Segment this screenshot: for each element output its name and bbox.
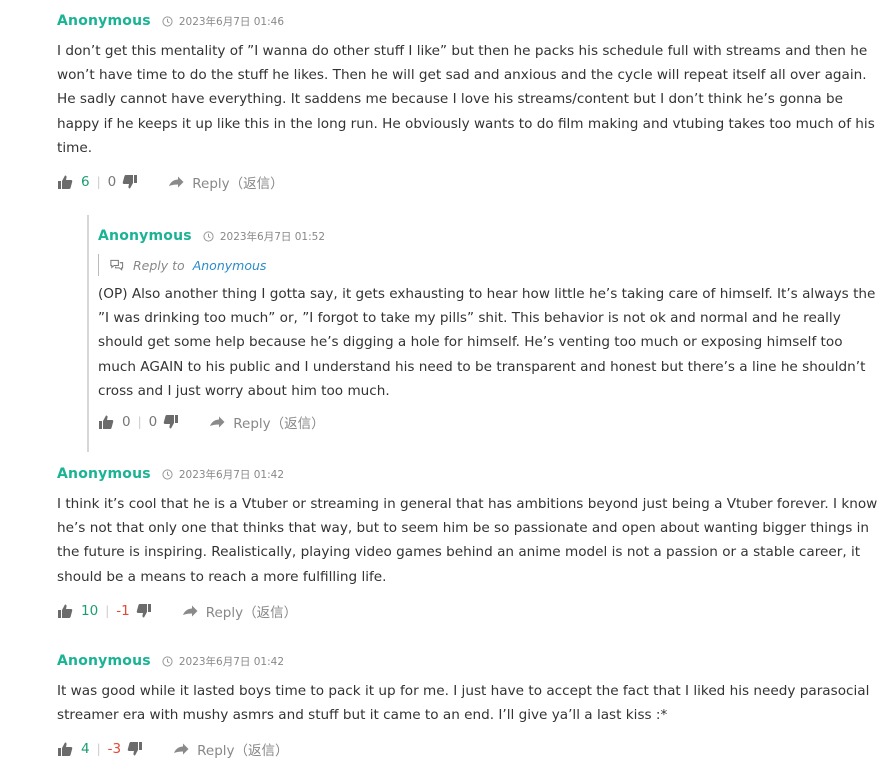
like-count: 4 bbox=[81, 741, 90, 758]
thumbs-up-icon[interactable] bbox=[57, 174, 73, 190]
comment-actions: 10 | -1 Reply（返信） bbox=[57, 600, 879, 622]
reply-to-link[interactable]: Anonymous bbox=[193, 258, 267, 273]
comment-header: Anonymous 2023年6月7日 01:42 bbox=[57, 464, 879, 484]
comment-timestamp: 2023年6月7日 01:42 bbox=[178, 655, 285, 668]
clock-icon bbox=[162, 468, 173, 480]
comment-body: It was good while it lasted boys time to… bbox=[57, 683, 870, 724]
reply-arrow-icon[interactable] bbox=[182, 603, 198, 619]
comment-actions: 6 | 0 Reply（返信） bbox=[57, 171, 879, 193]
chat-bubbles-icon bbox=[110, 259, 124, 271]
comment: Anonymous 2023年6月7日 01:46 I don’t get th… bbox=[57, 11, 879, 193]
reply-arrow-icon[interactable] bbox=[168, 174, 184, 190]
thumbs-down-icon[interactable] bbox=[163, 414, 179, 430]
reply-arrow-icon[interactable] bbox=[173, 741, 189, 757]
comment: Anonymous 2023年6月7日 01:52 Reply to Anony… bbox=[98, 226, 884, 433]
dislike-count: -3 bbox=[107, 741, 122, 758]
thumbs-down-icon[interactable] bbox=[122, 174, 138, 190]
reply-button[interactable]: Reply（返信） bbox=[233, 412, 324, 432]
divider: | bbox=[105, 603, 110, 618]
divider: | bbox=[96, 175, 101, 190]
like-count: 0 bbox=[122, 414, 131, 431]
comment-body: I think it’s cool that he is a Vtuber or… bbox=[57, 496, 878, 585]
like-count: 10 bbox=[81, 602, 99, 619]
clock-icon bbox=[162, 655, 173, 667]
divider: | bbox=[96, 742, 101, 757]
comment: Anonymous 2023年6月7日 01:42 It was good wh… bbox=[57, 651, 879, 760]
comment-header: Anonymous 2023年6月7日 01:42 bbox=[57, 651, 879, 671]
thumbs-up-icon[interactable] bbox=[57, 741, 73, 757]
comment-timestamp: 2023年6月7日 01:52 bbox=[219, 230, 326, 243]
thumbs-up-icon[interactable] bbox=[98, 414, 114, 430]
comment-author: Anonymous bbox=[98, 228, 192, 244]
comment: Anonymous 2023年6月7日 01:42 I think it’s c… bbox=[57, 464, 879, 622]
comment-timestamp: 2023年6月7日 01:42 bbox=[178, 468, 285, 481]
dislike-count: 0 bbox=[148, 414, 158, 431]
nested-reply-thread: Anonymous 2023年6月7日 01:52 Reply to Anony… bbox=[87, 215, 884, 452]
reply-arrow-icon[interactable] bbox=[209, 414, 225, 430]
comment-actions: 0 | 0 Reply（返信） bbox=[98, 411, 884, 433]
clock-icon bbox=[162, 15, 173, 27]
comment-author: Anonymous bbox=[57, 466, 151, 482]
thumbs-down-icon[interactable] bbox=[127, 741, 143, 757]
comment-author: Anonymous bbox=[57, 653, 151, 669]
comment-header: Anonymous 2023年6月7日 01:46 bbox=[57, 11, 879, 31]
reply-button[interactable]: Reply（返信） bbox=[192, 172, 283, 192]
comment-timestamp: 2023年6月7日 01:46 bbox=[178, 15, 285, 28]
like-count: 6 bbox=[81, 174, 90, 191]
comment-body: I don’t get this mentality of ”I wanna d… bbox=[57, 43, 875, 156]
reply-to-label: Reply to bbox=[133, 257, 185, 273]
divider: | bbox=[137, 415, 142, 430]
dislike-count: -1 bbox=[116, 602, 130, 619]
dislike-count: 0 bbox=[107, 174, 117, 191]
thumbs-down-icon[interactable] bbox=[136, 603, 152, 619]
reply-button[interactable]: Reply（返信） bbox=[206, 601, 297, 621]
thumbs-up-icon[interactable] bbox=[57, 603, 73, 619]
comment-header: Anonymous 2023年6月7日 01:52 bbox=[98, 226, 884, 246]
reply-button[interactable]: Reply（返信） bbox=[197, 739, 288, 759]
comment-body: (OP) Also another thing I gotta say, it … bbox=[98, 286, 876, 399]
clock-icon bbox=[203, 230, 214, 242]
comment-actions: 4 | -3 Reply（返信） bbox=[57, 738, 879, 760]
reply-to-reference: Reply to Anonymous bbox=[98, 254, 884, 276]
comment-author: Anonymous bbox=[57, 13, 151, 29]
